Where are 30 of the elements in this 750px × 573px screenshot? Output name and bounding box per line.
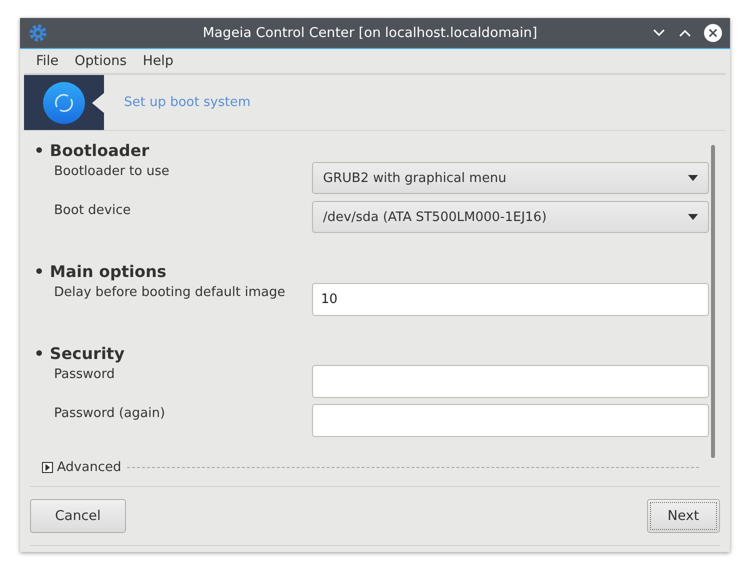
next-button[interactable]: Next (646, 499, 720, 533)
field-label: Password (53, 366, 116, 382)
caret-icon (688, 214, 698, 220)
menu-item[interactable]: File (28, 53, 67, 69)
refresh-icon (42, 80, 86, 124)
window-title: Mageia Control Center [on localhost.localdomain] (202, 25, 538, 41)
expander-icon[interactable] (42, 462, 53, 472)
password-field[interactable] (312, 404, 709, 437)
password-field[interactable] (312, 365, 709, 398)
section-heading: • Security (34, 344, 126, 363)
field-label: Bootloader to use (53, 163, 170, 179)
section-heading: • Main options (34, 262, 168, 281)
cancel-button[interactable]: Cancel (30, 499, 126, 533)
caret-icon (688, 175, 698, 181)
dropdown[interactable]: /dev/sda (ATA ST500LM000-1EJ16) (312, 201, 709, 233)
expander-label[interactable]: Advanced (57, 460, 122, 474)
maximize-icon[interactable] (678, 28, 692, 38)
menu-item[interactable]: Help (134, 53, 182, 69)
field-label: Password (again) (53, 405, 166, 421)
menu-item[interactable]: Options (66, 53, 135, 69)
close-icon[interactable] (704, 24, 722, 42)
scrollbar[interactable] (711, 145, 715, 458)
field-label: Delay before booting default image (53, 284, 286, 300)
minimize-icon[interactable] (652, 28, 666, 38)
input-field[interactable]: 10 (312, 283, 709, 316)
dropdown[interactable]: GRUB2 with graphical menu (312, 162, 709, 194)
banner-title: Set up boot system (124, 95, 250, 110)
field-label: Boot device (53, 202, 132, 218)
pointer-notch (92, 93, 104, 113)
section-heading: • Bootloader (34, 141, 150, 160)
